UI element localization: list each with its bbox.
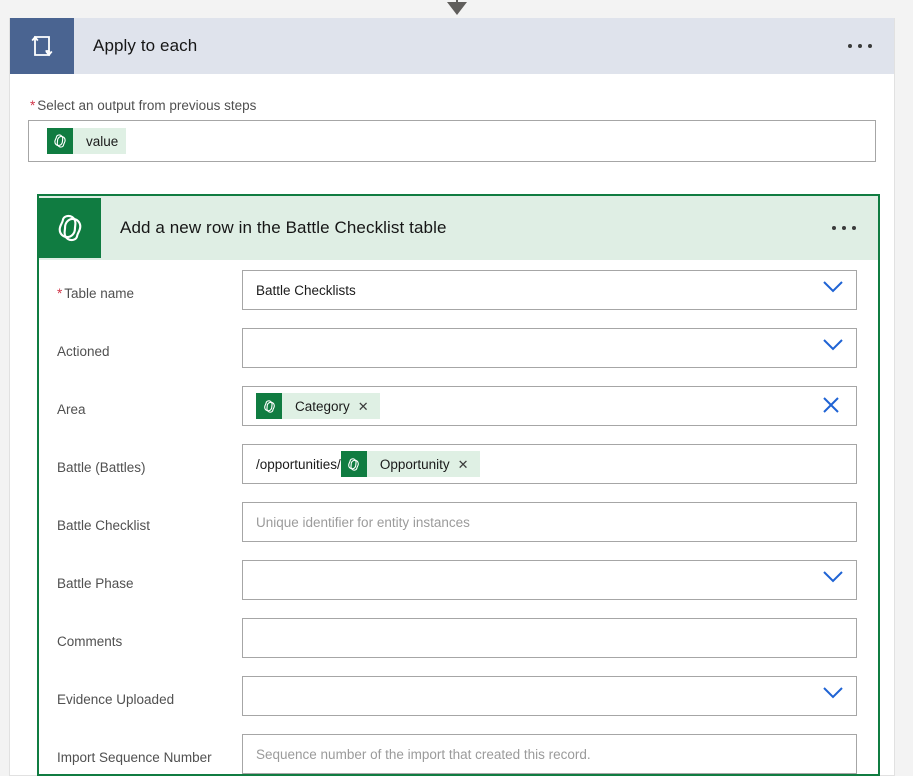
text-input[interactable] <box>242 618 857 658</box>
field-label: Battle Phase <box>57 560 242 594</box>
field-control <box>242 560 857 600</box>
token-chip-label: value <box>86 133 119 149</box>
field-row: Battle Phase <box>39 560 878 609</box>
token-input[interactable]: /opportunities/Opportunity ✕ <box>242 444 857 484</box>
token-prefix-text: /opportunities/ <box>256 456 341 472</box>
field-label-text: Actioned <box>57 344 110 359</box>
field-control <box>242 676 857 716</box>
field-label-text: Battle (Battles) <box>57 460 146 475</box>
clear-field-icon[interactable] <box>822 396 842 416</box>
field-row: Actioned <box>39 328 878 377</box>
field-label-text: Battle Checklist <box>57 518 151 533</box>
field-control: /opportunities/Opportunity ✕ <box>242 444 857 484</box>
field-label: Area <box>57 386 242 420</box>
loop-icon <box>10 18 74 74</box>
dataverse-icon <box>256 393 282 419</box>
field-label-text: Import Sequence Number <box>57 750 212 765</box>
field-control <box>242 328 857 368</box>
token-remove-icon[interactable]: ✕ <box>458 458 480 471</box>
field-label: Battle Checklist <box>57 502 242 536</box>
field-label: Comments <box>57 618 242 652</box>
dropdown-input[interactable] <box>242 676 857 716</box>
input-placeholder: Unique identifier for entity instances <box>256 514 470 530</box>
field-row: Comments <box>39 618 878 667</box>
add-row-action-header[interactable]: Add a new row in the Battle Checklist ta… <box>39 196 878 260</box>
field-row: * Table name Battle Checklists <box>39 270 878 319</box>
input-placeholder: Sequence number of the import that creat… <box>256 746 591 762</box>
token-chip[interactable]: Opportunity ✕ <box>340 451 480 477</box>
dropdown-input[interactable]: Battle Checklists <box>242 270 857 310</box>
field-row: Battle Checklist Unique identifier for en… <box>39 502 878 551</box>
field-control: Sequence number of the import that creat… <box>242 734 857 774</box>
dataverse-icon <box>39 198 101 258</box>
field-label: Battle (Battles) <box>57 444 242 478</box>
field-control: Battle Checklists <box>242 270 857 310</box>
select-output-label-text: Select an output from previous steps <box>37 98 257 113</box>
field-control: Unique identifier for entity instances <box>242 502 857 542</box>
token-chip[interactable]: Category ✕ <box>256 393 380 419</box>
field-row: Battle (Battles) /opportunities/Opportuni… <box>39 444 878 493</box>
field-label: Actioned <box>57 328 242 362</box>
dropdown-input[interactable] <box>242 560 857 600</box>
chevron-down-icon[interactable] <box>822 280 843 300</box>
token-chip-label: Opportunity <box>379 456 450 472</box>
apply-to-each-card: Apply to each * Select an output from pre… <box>9 18 895 776</box>
input-value: Battle Checklists <box>256 282 356 298</box>
text-input[interactable]: Unique identifier for entity instances <box>242 502 857 542</box>
apply-to-each-title: Apply to each <box>93 36 198 55</box>
add-row-ellipsis-icon[interactable] <box>832 226 856 230</box>
token-chip-label: Category <box>295 398 350 414</box>
dropdown-input[interactable] <box>242 328 857 368</box>
chevron-down-icon[interactable] <box>822 570 843 590</box>
select-output-input[interactable]: value <box>28 120 876 162</box>
add-row-action-title: Add a new row in the Battle Checklist ta… <box>120 218 447 237</box>
add-row-fields: * Table name Battle Checklists Actioned Area… <box>39 260 878 774</box>
apply-to-each-body: * Select an output from previous steps va… <box>10 74 894 162</box>
required-marker: * <box>30 98 36 113</box>
field-label: * Table name <box>57 270 242 304</box>
field-label-text: Evidence Uploaded <box>57 692 175 707</box>
apply-to-each-header[interactable]: Apply to each <box>10 18 894 74</box>
token-chip-value[interactable]: value <box>47 128 127 154</box>
field-label-text: Area <box>57 402 86 417</box>
field-row: Evidence Uploaded <box>39 676 878 725</box>
text-input[interactable]: Sequence number of the import that creat… <box>242 734 857 774</box>
token-remove-icon[interactable]: ✕ <box>358 400 380 413</box>
apply-to-each-ellipsis-icon[interactable] <box>848 44 872 48</box>
dataverse-icon <box>340 451 367 477</box>
field-label-text: Comments <box>57 634 123 649</box>
field-control <box>242 618 857 658</box>
add-row-action-card: Add a new row in the Battle Checklist ta… <box>37 194 880 776</box>
field-label: Import Sequence Number <box>57 734 242 768</box>
field-row: Area Category ✕ <box>39 386 878 435</box>
chevron-down-icon[interactable] <box>822 686 843 706</box>
field-label-text: Table name <box>64 286 135 301</box>
required-marker: * <box>57 286 63 301</box>
flow-designer-canvas: Apply to each * Select an output from pre… <box>0 0 913 776</box>
select-output-label: * Select an output from previous steps <box>30 98 876 113</box>
chevron-down-icon[interactable] <box>822 338 843 358</box>
field-row: Import Sequence Number Sequence number of… <box>39 734 878 774</box>
token-input[interactable]: Category ✕ <box>242 386 857 426</box>
field-label: Evidence Uploaded <box>57 676 242 710</box>
field-control: Category ✕ <box>242 386 857 426</box>
field-label-text: Battle Phase <box>57 576 134 591</box>
dataverse-icon <box>47 128 73 154</box>
